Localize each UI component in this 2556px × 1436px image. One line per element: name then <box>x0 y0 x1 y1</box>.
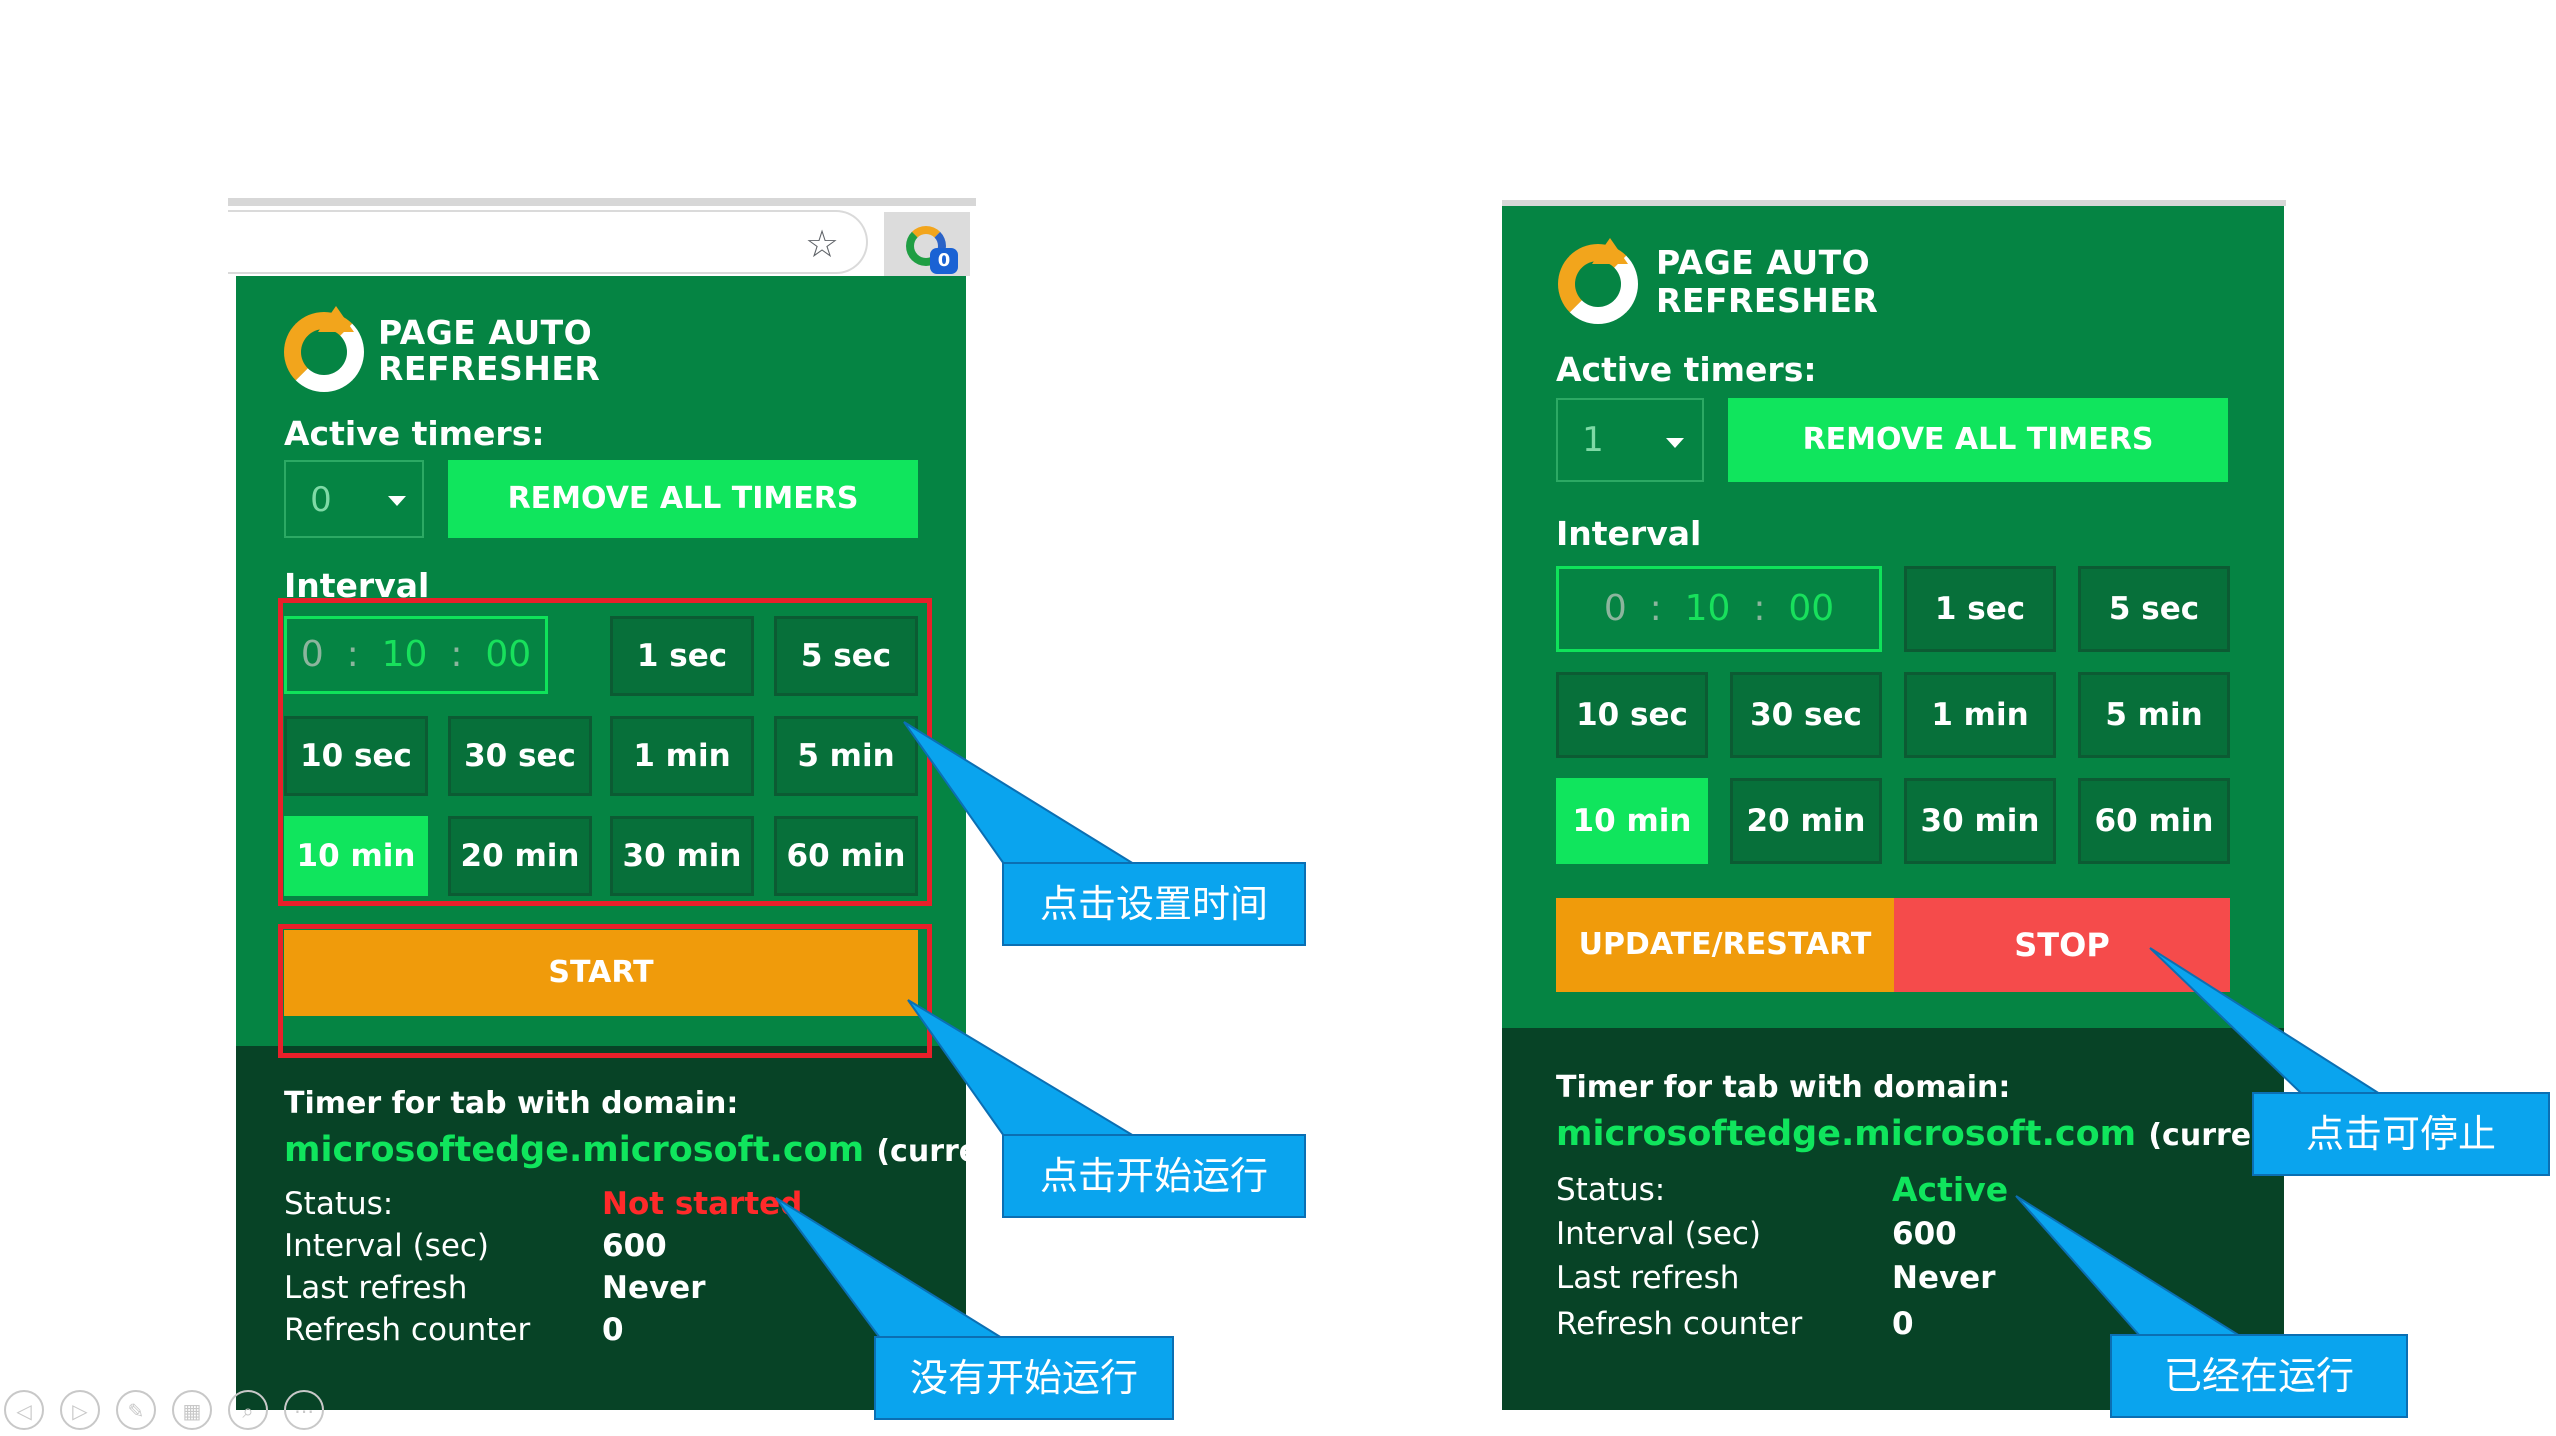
pointer-start-run <box>907 999 1138 1137</box>
callout-set-time: 点击设置时间 <box>1002 862 1306 946</box>
callout-can-stop: 点击可停止 <box>2252 1092 2550 1176</box>
next-slide-icon[interactable]: ▷ <box>60 1390 100 1430</box>
callout-not-started: 没有开始运行 <box>874 1336 1174 1420</box>
callout-start-run: 点击开始运行 <box>1002 1134 1306 1218</box>
callout-pointers <box>775 721 2384 1339</box>
pen-icon[interactable]: ✎ <box>116 1390 156 1430</box>
pointer-not-started <box>775 1197 1006 1339</box>
slides-grid-icon[interactable]: ▦ <box>172 1390 212 1430</box>
callout-running: 已经在运行 <box>2110 1334 2408 1418</box>
previous-slide-icon[interactable]: ◁ <box>4 1390 44 1430</box>
pointer-running <box>2015 1195 2244 1337</box>
pointer-set-time <box>903 721 1138 865</box>
zoom-icon[interactable]: ⌕ <box>228 1390 268 1430</box>
pointer-can-stop <box>2149 947 2384 1095</box>
more-options-icon[interactable]: ⋯ <box>284 1390 324 1430</box>
